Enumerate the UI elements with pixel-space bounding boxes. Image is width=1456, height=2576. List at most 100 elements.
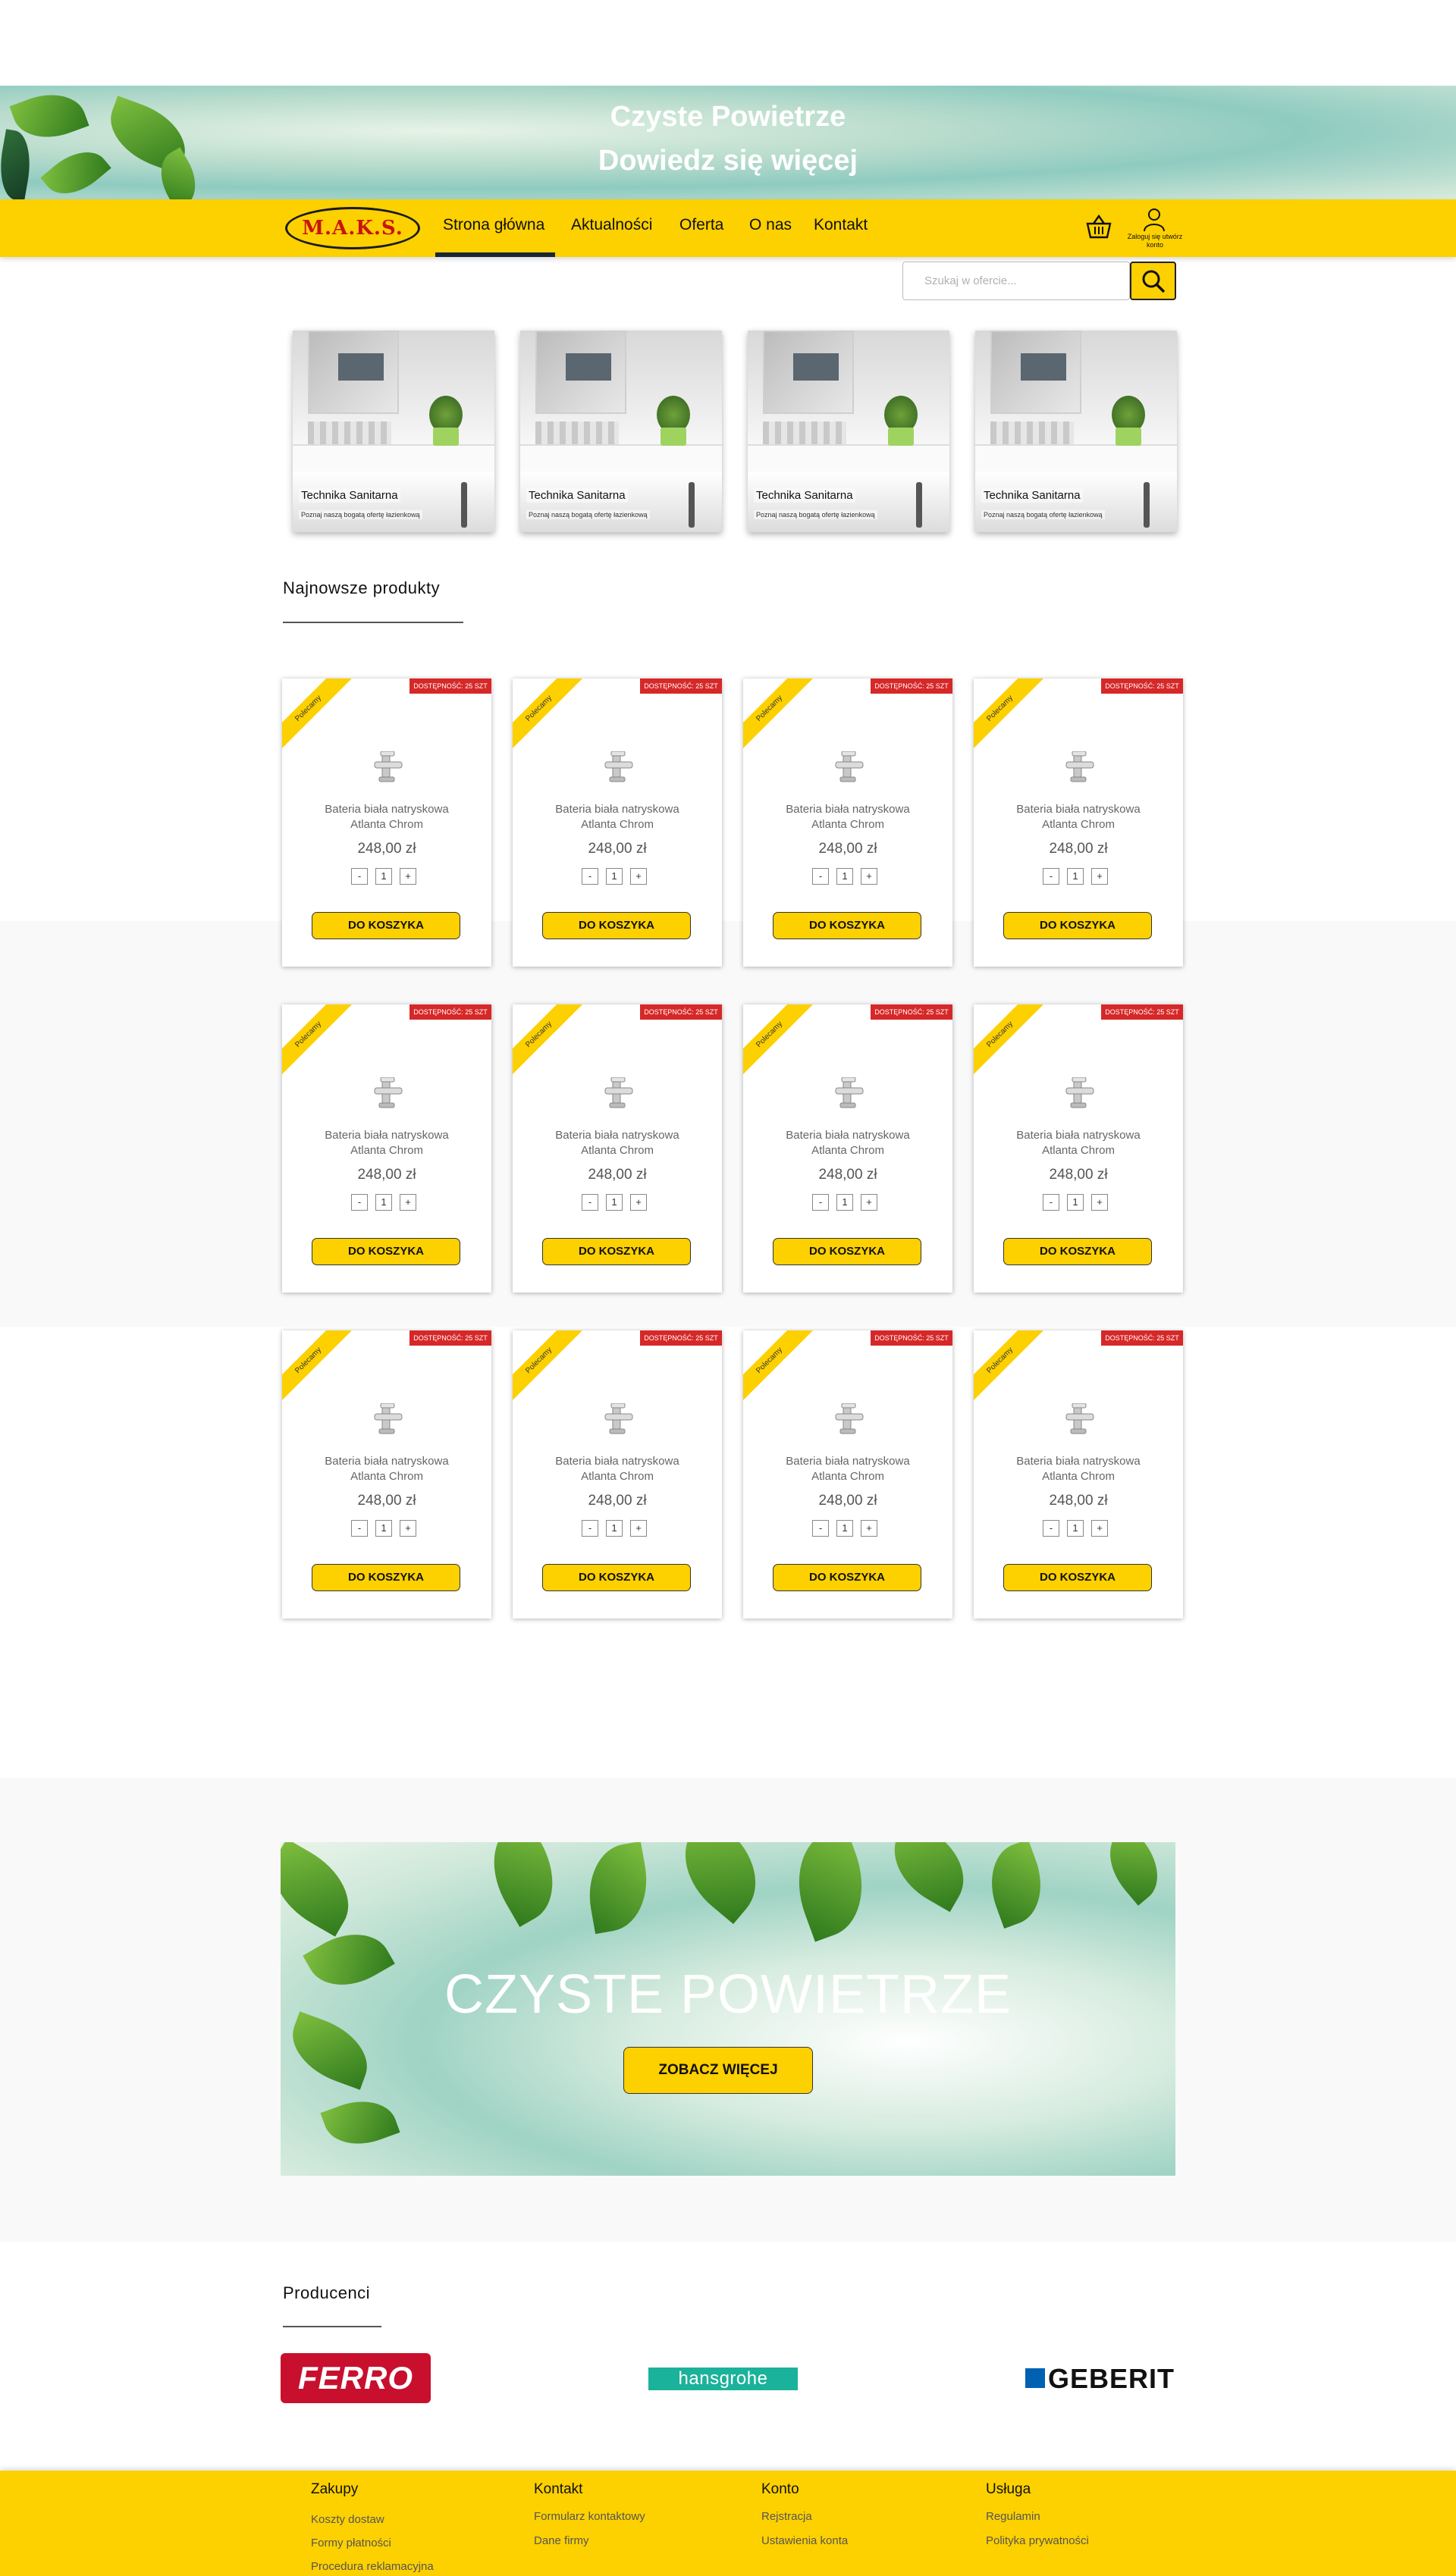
quantity-increase-button[interactable]: + (1091, 1520, 1108, 1537)
brand-ferro-logo[interactable]: FERRO (281, 2353, 431, 2403)
product-card[interactable]: Polecamy DOSTĘPNOŚĆ: 25 SZT Bateria biała … (513, 1004, 722, 1293)
add-to-cart-button[interactable]: DO KOSZYKA (542, 1238, 691, 1265)
quantity-increase-button[interactable]: + (630, 1194, 647, 1211)
quantity-decrease-button[interactable]: - (582, 1520, 598, 1537)
quantity-decrease-button[interactable]: - (1043, 1194, 1059, 1211)
footer-link[interactable]: Ustawienia konta (761, 2534, 848, 2547)
nav-home[interactable]: Strona główna (443, 216, 544, 234)
category-card[interactable]: Technika Sanitarna Poznaj naszą bogatą o… (293, 331, 494, 532)
quantity-decrease-button[interactable]: - (351, 1520, 368, 1537)
quantity-decrease-button[interactable]: - (812, 1520, 829, 1537)
quantity-input[interactable]: 1 (375, 1194, 392, 1211)
footer-link[interactable]: Dane firmy (534, 2534, 589, 2547)
add-to-cart-button[interactable]: DO KOSZYKA (773, 912, 921, 939)
login-register-link[interactable]: Zaloguj się utwórz konto (1127, 233, 1183, 249)
quantity-increase-button[interactable]: + (400, 1194, 416, 1211)
quantity-input[interactable]: 1 (1067, 1194, 1084, 1211)
product-name[interactable]: Bateria biała natryskowa Atlanta Chrom (758, 1454, 937, 1484)
product-card[interactable]: Polecamy DOSTĘPNOŚĆ: 25 SZT Bateria biała … (974, 1004, 1183, 1293)
footer-link[interactable]: Koszty dostaw (311, 2513, 384, 2526)
product-card[interactable]: Polecamy DOSTĘPNOŚĆ: 25 SZT Bateria biała … (282, 1004, 491, 1293)
quantity-decrease-button[interactable]: - (1043, 868, 1059, 885)
add-to-cart-button[interactable]: DO KOSZYKA (542, 1564, 691, 1591)
product-name[interactable]: Bateria biała natryskowa Atlanta Chrom (528, 1454, 707, 1484)
add-to-cart-button[interactable]: DO KOSZYKA (1003, 1564, 1152, 1591)
quantity-increase-button[interactable]: + (1091, 1194, 1108, 1211)
product-name[interactable]: Bateria biała natryskowa Atlanta Chrom (758, 802, 937, 832)
quantity-input[interactable]: 1 (606, 868, 623, 885)
quantity-decrease-button[interactable]: - (812, 1194, 829, 1211)
product-card[interactable]: Polecamy DOSTĘPNOŚĆ: 25 SZT Bateria biała … (282, 1330, 491, 1619)
search-button[interactable] (1130, 262, 1176, 300)
quantity-increase-button[interactable]: + (400, 868, 416, 885)
quantity-input[interactable]: 1 (836, 868, 853, 885)
hero-banner[interactable]: Czyste Powietrze Dowiedz się więcej (0, 86, 1456, 199)
product-name[interactable]: Bateria biała natryskowa Atlanta Chrom (297, 1128, 476, 1158)
product-name[interactable]: Bateria biała natryskowa Atlanta Chrom (989, 1454, 1168, 1484)
add-to-cart-button[interactable]: DO KOSZYKA (312, 1564, 460, 1591)
product-card[interactable]: Polecamy DOSTĘPNOŚĆ: 25 SZT Bateria biała … (974, 1330, 1183, 1619)
quantity-increase-button[interactable]: + (400, 1520, 416, 1537)
add-to-cart-button[interactable]: DO KOSZYKA (312, 912, 460, 939)
quantity-increase-button[interactable]: + (630, 868, 647, 885)
quantity-increase-button[interactable]: + (630, 1520, 647, 1537)
footer-link[interactable]: Regulamin (986, 2510, 1040, 2523)
add-to-cart-button[interactable]: DO KOSZYKA (1003, 912, 1152, 939)
search-input[interactable] (902, 262, 1130, 300)
add-to-cart-button[interactable]: DO KOSZYKA (773, 1238, 921, 1265)
quantity-input[interactable]: 1 (836, 1194, 853, 1211)
footer-link[interactable]: Polityka prywatności (986, 2534, 1089, 2547)
product-name[interactable]: Bateria biała natryskowa Atlanta Chrom (528, 1128, 707, 1158)
product-card[interactable]: Polecamy DOSTĘPNOŚĆ: 25 SZT Bateria biała … (974, 678, 1183, 967)
add-to-cart-button[interactable]: DO KOSZYKA (312, 1238, 460, 1265)
product-card[interactable]: Polecamy DOSTĘPNOŚĆ: 25 SZT Bateria biała … (513, 678, 722, 967)
nav-offer[interactable]: Oferta (679, 216, 723, 234)
nav-news[interactable]: Aktualności (571, 216, 652, 234)
product-name[interactable]: Bateria biała natryskowa Atlanta Chrom (758, 1128, 937, 1158)
product-name[interactable]: Bateria biała natryskowa Atlanta Chrom (989, 802, 1168, 832)
product-name[interactable]: Bateria biała natryskowa Atlanta Chrom (528, 802, 707, 832)
product-card[interactable]: Polecamy DOSTĘPNOŚĆ: 25 SZT Bateria biała … (743, 678, 952, 967)
category-card[interactable]: Technika Sanitarna Poznaj naszą bogatą o… (520, 331, 722, 532)
brand-geberit-logo[interactable]: GEBERIT (1048, 2363, 1175, 2395)
category-card[interactable]: Technika Sanitarna Poznaj naszą bogatą o… (748, 331, 949, 532)
nav-about[interactable]: O nas (749, 216, 792, 234)
footer-link[interactable]: Formy płatności (311, 2537, 391, 2549)
user-icon[interactable] (1141, 207, 1167, 233)
quantity-decrease-button[interactable]: - (351, 868, 368, 885)
quantity-decrease-button[interactable]: - (582, 1194, 598, 1211)
quantity-input[interactable]: 1 (836, 1520, 853, 1537)
footer-link[interactable]: Formularz kontaktowy (534, 2510, 645, 2523)
quantity-input[interactable]: 1 (375, 1520, 392, 1537)
quantity-decrease-button[interactable]: - (351, 1194, 368, 1211)
cart-icon[interactable] (1084, 213, 1113, 242)
quantity-decrease-button[interactable]: - (582, 868, 598, 885)
quantity-input[interactable]: 1 (375, 868, 392, 885)
add-to-cart-button[interactable]: DO KOSZYKA (1003, 1238, 1152, 1265)
product-card[interactable]: Polecamy DOSTĘPNOŚĆ: 25 SZT Bateria biała … (743, 1330, 952, 1619)
hero-subtitle[interactable]: Dowiedz się więcej (0, 145, 1456, 177)
see-more-button[interactable]: ZOBACZ WIĘCEJ (623, 2047, 813, 2094)
footer-link[interactable]: Procedura reklamacyjna (311, 2560, 434, 2573)
add-to-cart-button[interactable]: DO KOSZYKA (542, 912, 691, 939)
product-name[interactable]: Bateria biała natryskowa Atlanta Chrom (297, 802, 476, 832)
quantity-input[interactable]: 1 (606, 1194, 623, 1211)
site-logo[interactable]: M.A.K.S. (285, 207, 420, 249)
quantity-input[interactable]: 1 (606, 1520, 623, 1537)
quantity-input[interactable]: 1 (1067, 1520, 1084, 1537)
brand-hansgrohe-logo[interactable]: hansgrohe (648, 2368, 798, 2390)
nav-contact[interactable]: Kontakt (814, 216, 868, 234)
quantity-increase-button[interactable]: + (1091, 868, 1108, 885)
product-name[interactable]: Bateria biała natryskowa Atlanta Chrom (297, 1454, 476, 1484)
product-card[interactable]: Polecamy DOSTĘPNOŚĆ: 25 SZT Bateria biała … (282, 678, 491, 967)
add-to-cart-button[interactable]: DO KOSZYKA (773, 1564, 921, 1591)
quantity-input[interactable]: 1 (1067, 868, 1084, 885)
quantity-decrease-button[interactable]: - (812, 868, 829, 885)
footer-link[interactable]: Rejstracja (761, 2510, 812, 2523)
product-card[interactable]: Polecamy DOSTĘPNOŚĆ: 25 SZT Bateria biała … (743, 1004, 952, 1293)
quantity-increase-button[interactable]: + (861, 1520, 877, 1537)
category-card[interactable]: Technika Sanitarna Poznaj naszą bogatą o… (975, 331, 1177, 532)
quantity-increase-button[interactable]: + (861, 1194, 877, 1211)
quantity-decrease-button[interactable]: - (1043, 1520, 1059, 1537)
product-name[interactable]: Bateria biała natryskowa Atlanta Chrom (989, 1128, 1168, 1158)
